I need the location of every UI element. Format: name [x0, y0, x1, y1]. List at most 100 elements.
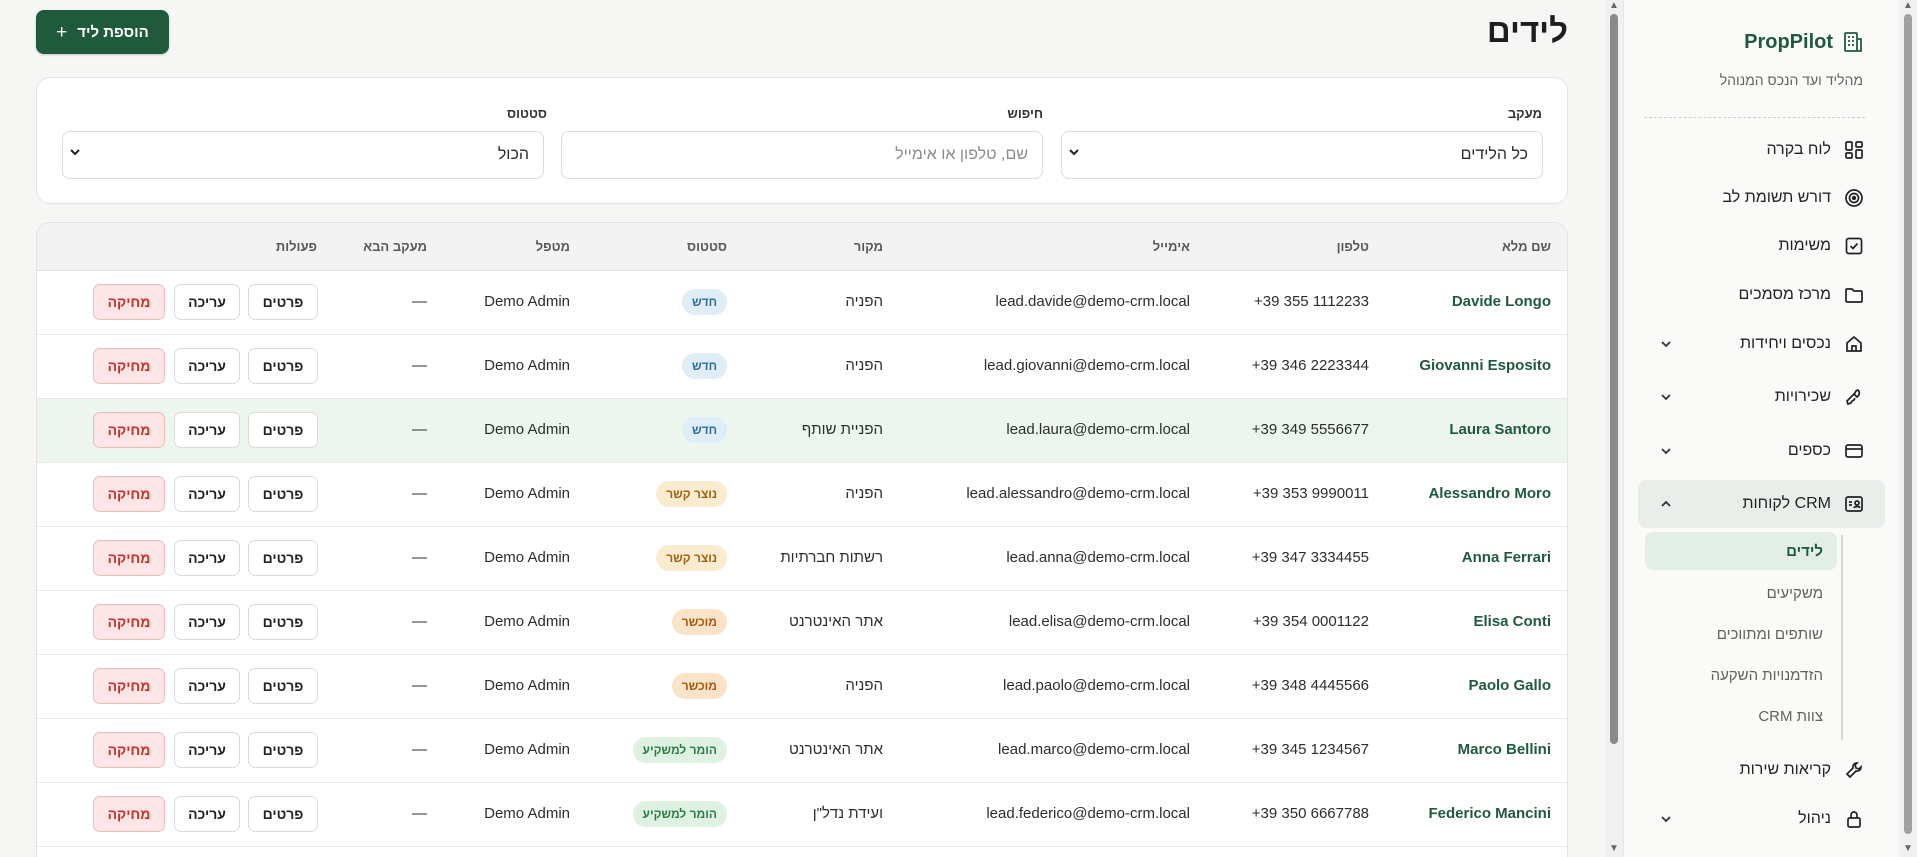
brand[interactable]: PropPilot	[1744, 30, 1865, 54]
chevron-down-icon[interactable]	[1660, 813, 1672, 825]
sidebar-subitem-investors[interactable]: משקיעים	[1645, 574, 1837, 612]
chevron-down-icon[interactable]	[1660, 338, 1672, 350]
target-icon	[1843, 187, 1865, 209]
lead-phone: +39 354 0001122	[1252, 613, 1369, 630]
lead-name-link[interactable]: Anna Ferrari	[1462, 549, 1551, 566]
edit-button[interactable]: עריכה	[174, 540, 240, 576]
lead-email: lead.davide@demo-crm.local	[995, 293, 1190, 310]
edit-button[interactable]: עריכה	[174, 476, 240, 512]
delete-button[interactable]: מחיקה	[93, 284, 165, 320]
table-row[interactable]: Paolo Gallo +39 348 4445566 lead.paolo@dem…	[37, 655, 1567, 719]
lead-owner: Demo Admin	[484, 613, 570, 630]
details-button[interactable]: פרטים	[248, 540, 318, 576]
sidebar-subitem-partners[interactable]: שותפים ומתווכים	[1645, 615, 1837, 653]
delete-button[interactable]: מחיקה	[93, 412, 165, 448]
scroll-up-icon[interactable]: ▲	[1903, 0, 1913, 11]
edit-button[interactable]: עריכה	[174, 412, 240, 448]
sidebar-item-crm[interactable]: CRM לקוחות	[1638, 480, 1885, 528]
table-row[interactable]: Anna Ferrari +39 347 3334455 lead.anna@dem…	[37, 527, 1567, 591]
details-button[interactable]: פרטים	[248, 796, 318, 832]
table-row[interactable]: Marco Bellini +39 345 1234567 lead.marco@d…	[37, 719, 1567, 783]
delete-button[interactable]: מחיקה	[93, 732, 165, 768]
lead-owner: Demo Admin	[484, 677, 570, 694]
lead-name-link[interactable]: Federico Mancini	[1428, 805, 1551, 822]
edit-button[interactable]: עריכה	[174, 732, 240, 768]
sidebar-item-dashboard[interactable]: לוח בקרה	[1644, 126, 1865, 174]
col-owner[interactable]: מטפל	[536, 239, 570, 254]
sidebar-item-finance[interactable]: כספים	[1644, 427, 1865, 475]
sidebar-item-properties[interactable]: נכסים ויחידות	[1644, 320, 1865, 368]
table-row[interactable]: Federico Mancini +39 350 6667788 lead.fede…	[37, 783, 1567, 847]
delete-button[interactable]: מחיקה	[93, 668, 165, 704]
lead-next-followup: —	[412, 421, 427, 438]
sidebar-item-tasks[interactable]: משימות	[1644, 222, 1865, 270]
table-row[interactable]: Elisa Conti +39 354 0001122 lead.elisa@dem…	[37, 591, 1567, 655]
lead-name-link[interactable]: Alessandro Moro	[1428, 485, 1551, 502]
details-button[interactable]: פרטים	[248, 348, 318, 384]
delete-button[interactable]: מחיקה	[93, 348, 165, 384]
chevron-up-icon[interactable]	[1660, 498, 1672, 510]
sidebar-item-attention[interactable]: דורש תשומת לב	[1644, 174, 1865, 222]
lead-phone: +39 350 6667788	[1251, 805, 1369, 822]
details-button[interactable]: פרטים	[248, 668, 318, 704]
sidebar: PropPilot מהליד ועד הנכס המנוהל לוח בקרה…	[1623, 0, 1899, 857]
col-email[interactable]: אימייל	[1153, 239, 1190, 254]
col-full-name[interactable]: שם מלא	[1502, 239, 1551, 254]
col-next-followup[interactable]: מעקב הבא	[363, 239, 427, 254]
filters-panel: מעקב כל הלידים חיפוש שם, טלפון או אימייל…	[36, 77, 1568, 204]
sidebar-item-admin[interactable]: ניהול	[1644, 795, 1865, 843]
details-button[interactable]: פרטים	[248, 732, 318, 768]
sidebar-item-leases[interactable]: שכירויות	[1644, 373, 1865, 421]
lead-name-link[interactable]: Laura Santoro	[1449, 421, 1551, 438]
add-lead-button[interactable]: הוספת ליד +	[36, 10, 169, 54]
lead-phone: +39 353 9990011	[1252, 485, 1369, 502]
table-row[interactable]: Laura Santoro +39 349 5556677 lead.laura@d…	[37, 399, 1567, 463]
delete-button[interactable]: מחיקה	[93, 604, 165, 640]
sidebar-scrollbar[interactable]: ▲ ▼	[1899, 0, 1917, 857]
lead-name-link[interactable]: Marco Bellini	[1458, 741, 1551, 758]
status-filter-label: סטטוס	[507, 106, 547, 121]
main-scrollbar[interactable]: ▲ ▼	[1605, 0, 1623, 857]
scroll-down-icon[interactable]: ▼	[1903, 843, 1913, 854]
details-button[interactable]: פרטים	[248, 412, 318, 448]
scrollbar-thumb[interactable]	[1904, 14, 1912, 834]
sidebar-subitem-leads[interactable]: לידים	[1645, 532, 1837, 570]
sidebar-item-label: דורש תשומת לב	[1722, 189, 1831, 206]
details-button[interactable]: פרטים	[248, 284, 318, 320]
table-row[interactable]: Giovanni Esposito +39 346 2223344 lead.gio…	[37, 335, 1567, 399]
edit-button[interactable]: עריכה	[174, 604, 240, 640]
col-status[interactable]: סטטוס	[687, 239, 727, 254]
tracking-filter-select[interactable]: כל הלידים	[1061, 131, 1543, 179]
col-source[interactable]: מקור	[854, 239, 883, 254]
sidebar-subitem-crm-team[interactable]: צוות CRM	[1645, 697, 1837, 735]
col-phone[interactable]: טלפון	[1337, 239, 1369, 254]
lead-email: lead.federico@demo-crm.local	[986, 805, 1190, 822]
edit-button[interactable]: עריכה	[174, 348, 240, 384]
delete-button[interactable]: מחיקה	[93, 540, 165, 576]
chevron-down-icon	[69, 146, 81, 158]
lead-next-followup: —	[412, 677, 427, 694]
status-filter-select[interactable]: הכול	[62, 131, 544, 179]
lead-name-link[interactable]: Giovanni Esposito	[1419, 357, 1551, 374]
lead-name-link[interactable]: Elisa Conti	[1473, 613, 1551, 630]
scrollbar-thumb[interactable]	[1610, 14, 1618, 744]
scroll-up-icon[interactable]: ▲	[1609, 0, 1619, 11]
chevron-down-icon[interactable]	[1660, 391, 1672, 403]
delete-button[interactable]: מחיקה	[93, 476, 165, 512]
table-row[interactable]: Davide Longo +39 355 1112233 lead.davide@d…	[37, 271, 1567, 335]
edit-button[interactable]: עריכה	[174, 668, 240, 704]
chevron-down-icon[interactable]	[1660, 445, 1672, 457]
search-input[interactable]: שם, טלפון או אימייל	[561, 131, 1043, 179]
lead-name-link[interactable]: Davide Longo	[1452, 293, 1551, 310]
details-button[interactable]: פרטים	[248, 604, 318, 640]
sidebar-subitem-opportunities[interactable]: הזדמנויות השקעה	[1645, 656, 1837, 694]
scroll-down-icon[interactable]: ▼	[1609, 843, 1619, 854]
edit-button[interactable]: עריכה	[174, 796, 240, 832]
delete-button[interactable]: מחיקה	[93, 796, 165, 832]
sidebar-item-service-calls[interactable]: קריאות שירות	[1644, 746, 1865, 794]
details-button[interactable]: פרטים	[248, 476, 318, 512]
lead-name-link[interactable]: Paolo Gallo	[1468, 677, 1551, 694]
sidebar-item-documents[interactable]: מרכז מסמכים	[1644, 271, 1865, 319]
edit-button[interactable]: עריכה	[174, 284, 240, 320]
table-row[interactable]: Alessandro Moro +39 353 9990011 lead.aless…	[37, 463, 1567, 527]
